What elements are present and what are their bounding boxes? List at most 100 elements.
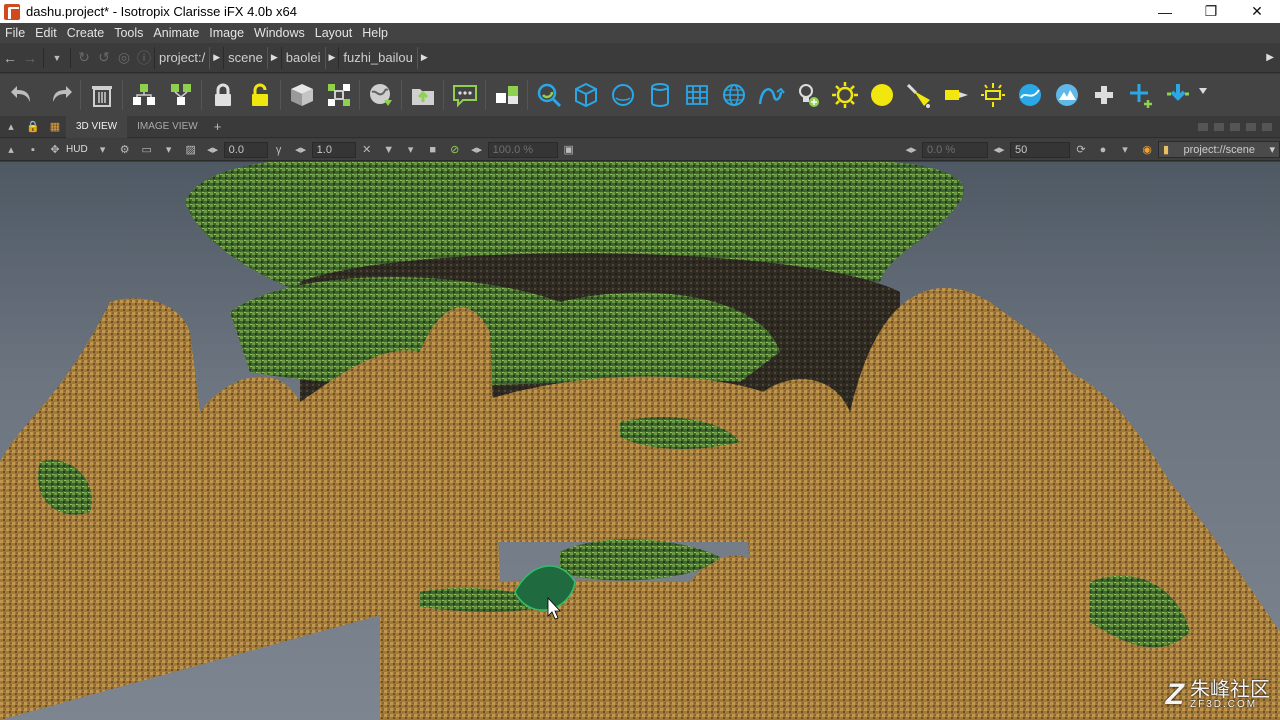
filter-icon[interactable]: ▼ bbox=[381, 142, 397, 158]
arrows-icon[interactable]: ◂▸ bbox=[991, 142, 1007, 158]
display-icon[interactable]: ▭ bbox=[139, 142, 155, 158]
combiner-button[interactable] bbox=[320, 77, 357, 113]
viewport-pin-icon[interactable]: ▴ bbox=[3, 142, 19, 158]
menu-windows[interactable]: Windows bbox=[249, 26, 310, 40]
material-icon[interactable]: ● bbox=[1095, 142, 1111, 158]
drop-to-ground-button[interactable] bbox=[1159, 77, 1196, 113]
menu-edit[interactable]: Edit bbox=[30, 26, 62, 40]
unlock-button[interactable] bbox=[241, 77, 278, 113]
ungroup-button[interactable] bbox=[162, 77, 199, 113]
reference-button[interactable] bbox=[362, 77, 399, 113]
menu-image[interactable]: Image bbox=[204, 26, 249, 40]
create-geosphere-button[interactable] bbox=[715, 77, 752, 113]
create-directional-light-button[interactable] bbox=[937, 77, 974, 113]
layout-float-icon[interactable] bbox=[1246, 122, 1256, 131]
forward-arrow-icon[interactable]: → bbox=[20, 50, 40, 66]
gamma-field[interactable]: 1.0 bbox=[311, 141, 356, 158]
arrows-icon[interactable]: ◂▸ bbox=[469, 142, 485, 158]
sync-icon[interactable]: ⟳ bbox=[1073, 142, 1089, 158]
toolbar-overflow-button[interactable] bbox=[1196, 77, 1210, 113]
breadcrumb-fuzhi-bailou[interactable]: fuzhi_bailou bbox=[338, 46, 418, 69]
menu-animate[interactable]: Animate bbox=[148, 26, 204, 40]
move-icon[interactable]: ✥ bbox=[47, 142, 63, 158]
lock-button[interactable] bbox=[204, 77, 241, 113]
minimize-button[interactable]: — bbox=[1142, 0, 1188, 23]
breadcrumb-project[interactable]: project:/ bbox=[154, 46, 211, 69]
tab-lock-icon[interactable]: 🔒 bbox=[25, 119, 41, 135]
camera-icon[interactable]: ■ bbox=[425, 142, 441, 158]
add-tab-button[interactable]: + bbox=[208, 119, 228, 134]
create-area-light-button[interactable] bbox=[974, 77, 1011, 113]
lock-circle-icon[interactable]: ◎ bbox=[114, 49, 134, 66]
samples-field[interactable]: 50 bbox=[1010, 141, 1070, 158]
hud-dropdown-icon[interactable]: ▾ bbox=[95, 142, 111, 158]
create-spot-light-button[interactable] bbox=[900, 77, 937, 113]
redo-icon[interactable]: ↺ bbox=[94, 49, 114, 66]
create-context-button[interactable] bbox=[283, 77, 320, 113]
layout-maximize-icon[interactable] bbox=[1262, 122, 1272, 131]
undo-button[interactable] bbox=[4, 77, 41, 113]
quality-field[interactable]: 0.0 % bbox=[922, 141, 988, 158]
menu-create[interactable]: Create bbox=[62, 26, 110, 40]
back-arrow-icon[interactable]: ← bbox=[0, 50, 20, 66]
history-dropdown-icon[interactable]: ▼ bbox=[47, 53, 67, 63]
add-locator-button[interactable] bbox=[1122, 77, 1159, 113]
create-gi-button[interactable] bbox=[1011, 77, 1048, 113]
exposure-field[interactable]: 0.0 bbox=[223, 141, 268, 158]
breadcrumb-scene[interactable]: scene bbox=[223, 46, 268, 69]
close-button[interactable]: ✕ bbox=[1234, 0, 1280, 23]
render-region-icon[interactable]: ▣ bbox=[561, 142, 577, 158]
hud-label[interactable]: HUD bbox=[66, 144, 88, 155]
create-sphere-button[interactable] bbox=[604, 77, 641, 113]
menu-help[interactable]: Help bbox=[357, 26, 393, 40]
breadcrumb-arrow-icon[interactable]: ▶ bbox=[210, 52, 223, 63]
arrows-icon[interactable]: ◂▸ bbox=[293, 142, 309, 158]
tab-image-view[interactable]: IMAGE VIEW bbox=[127, 116, 208, 138]
gamma-icon[interactable]: γ bbox=[271, 142, 287, 158]
menu-layout[interactable]: Layout bbox=[310, 26, 358, 40]
scroll-right-arrow-icon[interactable]: ▶ bbox=[1266, 52, 1274, 63]
refresh-icon[interactable]: ↻ bbox=[74, 49, 94, 66]
create-box-button[interactable] bbox=[567, 77, 604, 113]
create-light-button[interactable] bbox=[789, 77, 826, 113]
tools-icon[interactable]: ✕ bbox=[359, 142, 375, 158]
tab-3d-view[interactable]: 3D VIEW bbox=[66, 115, 128, 138]
menu-tools[interactable]: Tools bbox=[109, 26, 148, 40]
arrows-icon[interactable]: ◂▸ bbox=[903, 142, 919, 158]
create-locator-button[interactable] bbox=[1085, 77, 1122, 113]
create-environment-button[interactable] bbox=[1048, 77, 1085, 113]
display-dropdown-icon[interactable]: ▾ bbox=[161, 142, 177, 158]
context-path-dropdown[interactable]: ▮ project://scene ▾ bbox=[1158, 141, 1280, 158]
breadcrumb-arrow-icon[interactable]: ▶ bbox=[268, 52, 281, 63]
viewport-save-icon[interactable]: ▪ bbox=[25, 142, 41, 158]
redo-button[interactable] bbox=[41, 77, 78, 113]
layout-list-icon[interactable] bbox=[1230, 122, 1240, 131]
eye-icon[interactable]: ◉ bbox=[1139, 142, 1155, 158]
create-cylinder-button[interactable] bbox=[641, 77, 678, 113]
progressive-icon[interactable]: ⊘ bbox=[447, 142, 463, 158]
info-icon[interactable]: ⓘ bbox=[134, 48, 154, 68]
filter-dropdown-icon[interactable]: ▾ bbox=[403, 142, 419, 158]
breadcrumb-arrow-icon[interactable]: ▶ bbox=[418, 52, 431, 63]
menu-file[interactable]: File bbox=[0, 26, 30, 40]
delete-button[interactable] bbox=[83, 77, 120, 113]
viewport-3d[interactable]: Z 朱峰社区 ZF3D.COM bbox=[0, 162, 1280, 720]
maximize-button[interactable]: ❐ bbox=[1188, 0, 1234, 23]
snapshot-icon[interactable]: ▨ bbox=[183, 142, 199, 158]
breadcrumb-baolei[interactable]: baolei bbox=[280, 46, 326, 69]
breadcrumb-arrow-icon[interactable]: ▶ bbox=[326, 52, 339, 63]
calendar-icon[interactable]: ▦ bbox=[47, 119, 63, 135]
render-progress-field[interactable]: 100.0 % bbox=[487, 141, 558, 158]
script-console-button[interactable] bbox=[446, 77, 483, 113]
pin-icon[interactable]: ▴ bbox=[3, 119, 19, 135]
group-button[interactable] bbox=[125, 77, 162, 113]
instancer-button[interactable] bbox=[530, 77, 567, 113]
import-button[interactable] bbox=[404, 77, 441, 113]
arrows-icon[interactable]: ◂▸ bbox=[205, 142, 221, 158]
create-point-light-button[interactable] bbox=[863, 77, 900, 113]
material-dropdown-icon[interactable]: ▾ bbox=[1117, 142, 1133, 158]
shading-icon[interactable]: ⚙ bbox=[117, 142, 133, 158]
create-curve-button[interactable] bbox=[752, 77, 789, 113]
layout-split-icon[interactable] bbox=[1214, 122, 1224, 131]
layer-button[interactable] bbox=[488, 77, 525, 113]
